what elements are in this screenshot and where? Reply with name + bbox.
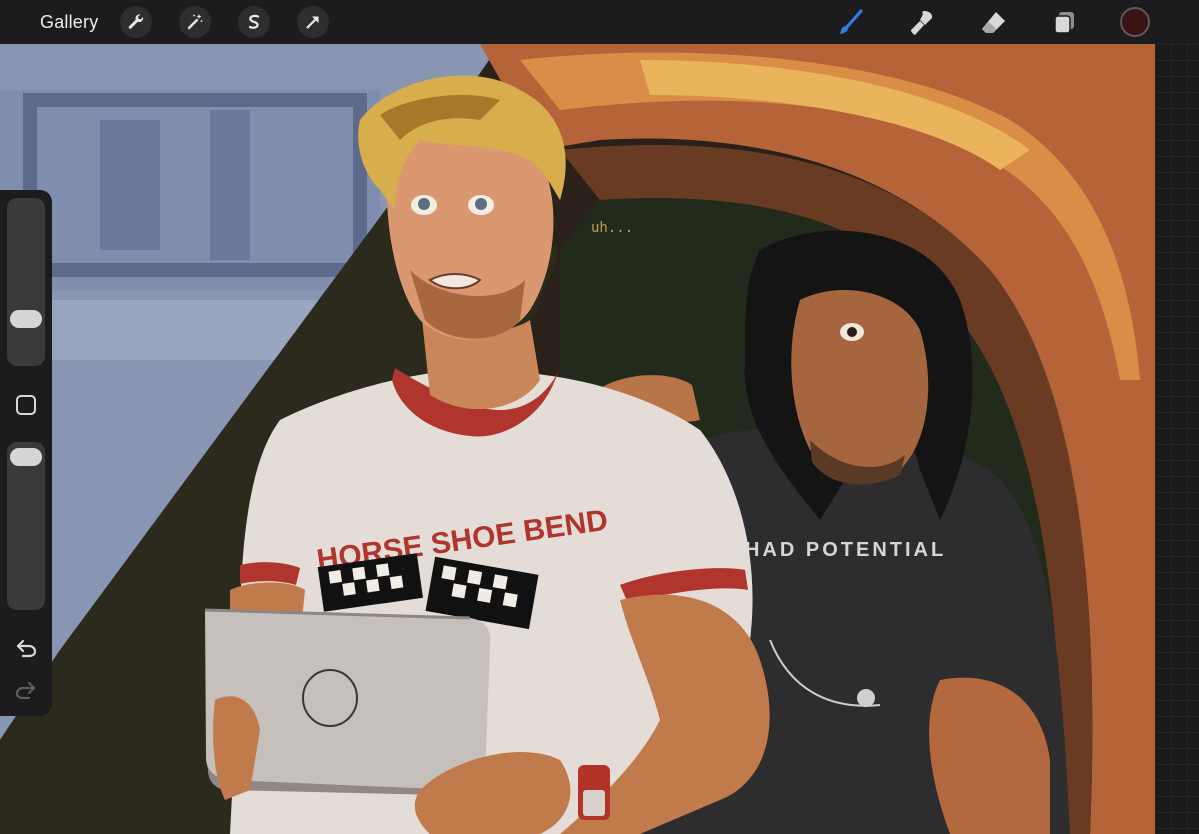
actions-button[interactable] [120,6,152,38]
back-shirt-text: HAD POTENTIAL [745,539,946,561]
eraser-tool-button[interactable] [977,7,1009,39]
color-picker-button[interactable] [1120,7,1150,37]
magic-wand-icon [187,14,203,30]
redo-button[interactable] [12,678,40,702]
layers-button[interactable] [1048,7,1080,39]
layers-icon [1054,12,1074,34]
transform-arrow-icon [306,16,319,29]
brush-size-thumb[interactable] [10,310,42,328]
undo-icon [16,639,37,658]
smudge-icon [911,11,933,35]
gallery-button[interactable]: Gallery [40,12,98,33]
opacity-thumb[interactable] [10,448,42,466]
square-icon [16,395,36,415]
brush-icon [840,9,863,34]
brush-tool-button[interactable] [834,7,866,39]
opacity-slider[interactable] [7,442,45,610]
wrench-icon [128,14,144,29]
modify-button[interactable] [14,393,38,417]
transform-button[interactable] [297,6,329,38]
adjustments-button[interactable] [179,6,211,38]
drawing-canvas[interactable]: HAD POTENTIAL HORSE SHOE BEND uh... [0,44,1155,834]
top-toolbar: Gallery [0,0,1199,44]
selection-button[interactable] [238,6,270,38]
canvas-grid-margin [1155,44,1199,834]
selection-icon [248,14,260,29]
redo-icon [15,681,36,700]
artwork: HAD POTENTIAL HORSE SHOE BEND [0,44,1155,834]
eraser-icon [982,12,1005,33]
speech-text: uh... [591,220,634,236]
brush-size-slider[interactable] [7,198,45,366]
left-sidebar [0,190,52,716]
undo-button[interactable] [12,636,40,660]
smudge-tool-button[interactable] [906,7,938,39]
